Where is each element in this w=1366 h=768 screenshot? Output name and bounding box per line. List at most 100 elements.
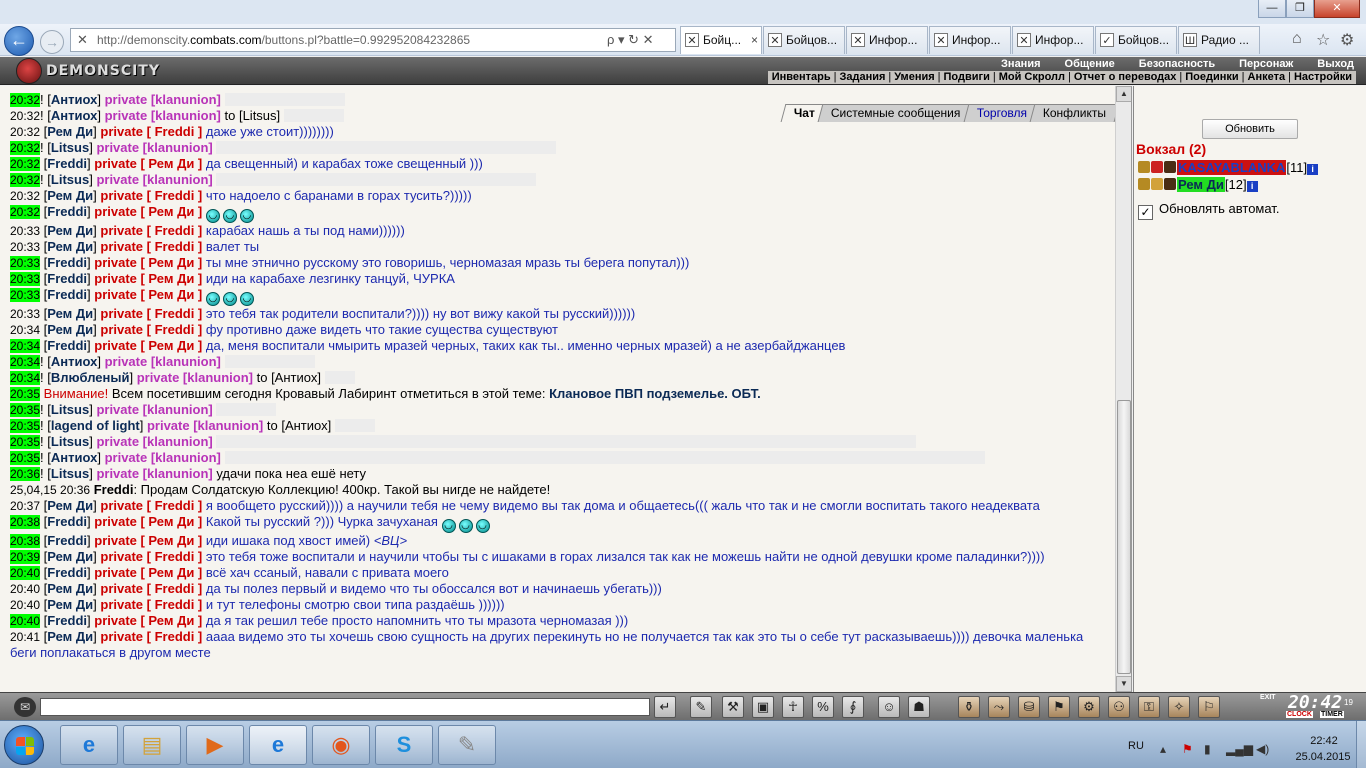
private-recipient[interactable]: private [ Рем Ди ]	[94, 204, 202, 219]
browser-tab[interactable]: ✕ Бойц... ×	[680, 26, 762, 54]
player-row[interactable]: Рем Ди[12] i	[1138, 177, 1258, 193]
signal-icon[interactable]: ▂▄▆	[1226, 742, 1253, 756]
message-time[interactable]: 20:33	[10, 256, 41, 270]
sub-menu-item[interactable]: Умения	[894, 71, 934, 84]
private-recipient[interactable]: private [ Рем Ди ]	[94, 565, 202, 580]
device-icon[interactable]: ▮	[1204, 742, 1211, 756]
chat-tool-button-icon[interactable]: ▣	[752, 696, 774, 718]
sender-nick[interactable]: Litsus	[51, 140, 89, 155]
tab-close-icon[interactable]: ×	[751, 27, 758, 53]
address-bar[interactable]: ✕ http://demonscity.combats.com/buttons.…	[70, 28, 676, 52]
top-menu-item[interactable]: Безопасность	[1127, 58, 1227, 71]
sender-nick[interactable]: Влюбленый	[51, 370, 130, 385]
auto-refresh-checkbox[interactable]: ✓	[1138, 205, 1153, 220]
taskbar-app-icon[interactable]: S	[375, 725, 433, 765]
taskbar-app-icon[interactable]: e	[249, 725, 307, 765]
private-recipient[interactable]: private [ Freddi ]	[100, 239, 202, 254]
chat-tool-button-icon[interactable]: ☺	[878, 696, 900, 718]
exit-label[interactable]: EXIT	[1260, 694, 1276, 701]
sender-nick[interactable]: Freddi	[47, 204, 87, 219]
sender-nick[interactable]: Рем Ди	[47, 581, 93, 596]
timer-label[interactable]: TIMER	[1320, 711, 1344, 718]
chat-tab[interactable]: Торговля	[963, 104, 1041, 122]
taskbar-app-icon[interactable]: ▶	[186, 725, 244, 765]
private-recipient[interactable]: private [klanunion]	[96, 466, 212, 481]
auto-refresh-row[interactable]: ✓ Обновлять автомат.	[1138, 201, 1279, 220]
private-recipient[interactable]: private [ Freddi ]	[100, 498, 202, 513]
private-recipient[interactable]: private [ Рем Ди ]	[94, 338, 202, 353]
message-time[interactable]: 20:33	[10, 307, 40, 321]
private-recipient[interactable]: private [klanunion]	[96, 402, 212, 417]
maximize-button[interactable]: ❐	[1286, 0, 1314, 18]
sender-nick[interactable]: Рем Ди	[47, 188, 93, 203]
sender-nick[interactable]: Антиох	[51, 108, 97, 123]
message-time[interactable]: 20:34	[10, 371, 41, 385]
taskbar-app-icon[interactable]: ▤	[123, 725, 181, 765]
chat-scrollbar[interactable]: ▲ ▼	[1115, 86, 1131, 692]
sender-nick[interactable]: Freddi	[94, 482, 134, 497]
private-recipient[interactable]: private [ Freddi ]	[100, 581, 202, 596]
sub-menu-item[interactable]: Мой Скролл	[999, 71, 1065, 84]
message-time[interactable]: 20:35	[10, 387, 41, 401]
minimize-button[interactable]: —	[1258, 0, 1286, 18]
message-time[interactable]: 20:32	[10, 173, 41, 187]
sender-nick[interactable]: Рем Ди	[47, 498, 93, 513]
sender-nick[interactable]: Антиох	[51, 92, 97, 107]
message-time[interactable]: 20:32	[10, 109, 40, 123]
private-recipient[interactable]: private [ Рем Ди ]	[94, 255, 202, 270]
sub-menu-item[interactable]: Анкета	[1248, 71, 1286, 84]
message-time[interactable]: 20:35	[10, 403, 41, 417]
chat-tool-button-icon[interactable]: ✧	[1168, 696, 1190, 718]
back-button[interactable]: ←	[4, 26, 34, 56]
private-recipient[interactable]: private [klanunion]	[96, 434, 212, 449]
browser-tab[interactable]: ✕ Инфор...	[1012, 26, 1094, 54]
message-time[interactable]: 20:35	[10, 451, 41, 465]
tray-arrow-icon[interactable]: ▴	[1160, 742, 1166, 756]
sender-nick[interactable]: Антиох	[51, 354, 97, 369]
private-recipient[interactable]: private [klanunion]	[105, 450, 221, 465]
sub-menu-item[interactable]: Отчет о переводах	[1074, 71, 1177, 84]
chat-message-input[interactable]	[40, 698, 650, 716]
scroll-thumb[interactable]	[1117, 400, 1131, 674]
chat-tool-button-icon[interactable]: ⚒	[722, 696, 744, 718]
message-time[interactable]: 20:38	[10, 515, 41, 529]
sender-nick[interactable]: Рем Ди	[47, 597, 93, 612]
sender-nick[interactable]: Рем Ди	[47, 322, 93, 337]
volume-icon[interactable]: ◀)	[1256, 742, 1269, 756]
private-recipient[interactable]: private [ Рем Ди ]	[94, 271, 202, 286]
chat-tool-button-icon[interactable]: ⚙	[1078, 696, 1100, 718]
browser-tab[interactable]: Ш Радио ...	[1178, 26, 1260, 54]
browser-tab[interactable]: ✕ Бойцов...	[763, 26, 845, 54]
sender-nick[interactable]: Freddi	[47, 156, 87, 171]
message-time[interactable]: 20:40	[10, 598, 40, 612]
sender-nick[interactable]: Рем Ди	[47, 239, 93, 254]
message-time[interactable]: 20:39	[10, 550, 41, 564]
chat-tool-button-icon[interactable]: ⤳	[988, 696, 1010, 718]
taskbar-app-icon[interactable]: ✎	[438, 725, 496, 765]
sender-nick[interactable]: Litsus	[51, 172, 89, 187]
private-recipient[interactable]: private [klanunion]	[147, 418, 263, 433]
system-time[interactable]: 22:42	[1295, 735, 1353, 747]
sub-menu-item[interactable]: Подвиги	[944, 71, 990, 84]
sub-menu-item[interactable]: Инвентарь	[772, 71, 831, 84]
private-recipient[interactable]: private [ Freddi ]	[100, 322, 202, 337]
sender-nick[interactable]: Freddi	[47, 533, 87, 548]
private-recipient[interactable]: private [ Рем Ди ]	[94, 514, 202, 529]
private-recipient[interactable]: private [ Freddi ]	[100, 223, 202, 238]
chat-tool-button-icon[interactable]: ⛁	[1018, 696, 1040, 718]
message-time[interactable]: 20:33	[10, 240, 40, 254]
sender-nick[interactable]: Рем Ди	[47, 629, 93, 644]
chat-tool-button-icon[interactable]: ⚇	[1108, 696, 1130, 718]
start-button[interactable]	[4, 725, 44, 765]
top-menu-item[interactable]: Общение	[1053, 58, 1127, 71]
private-recipient[interactable]: private [ Freddi ]	[100, 549, 202, 564]
sender-nick[interactable]: Антиох	[51, 450, 97, 465]
private-recipient[interactable]: private [klanunion]	[105, 108, 221, 123]
message-time[interactable]: 20:33	[10, 272, 41, 286]
private-recipient[interactable]: private [ Freddi ]	[100, 629, 202, 644]
chat-mode-icon[interactable]: ✉	[14, 697, 36, 717]
close-button[interactable]: ✕	[1314, 0, 1360, 18]
info-icon[interactable]: i	[1246, 181, 1258, 192]
private-recipient[interactable]: private [ Freddi ]	[100, 306, 202, 321]
sender-nick[interactable]: Litsus	[51, 466, 89, 481]
